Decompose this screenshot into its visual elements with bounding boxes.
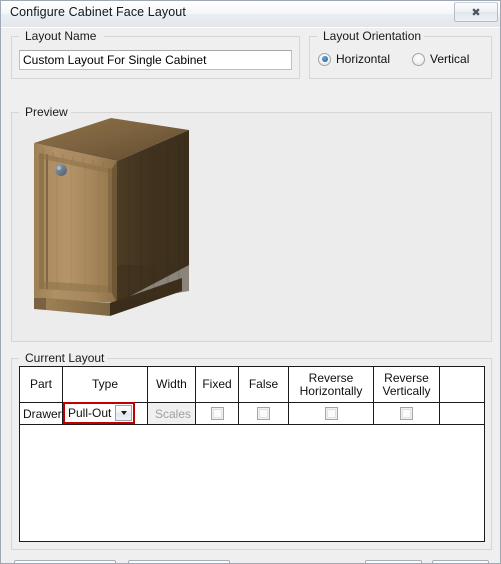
remove-part-button[interactable]: Remove Part — [128, 560, 230, 563]
radio-selected-icon — [318, 52, 331, 66]
column-header-reverse-vertically-line1: Reverse — [384, 370, 429, 385]
cell-reverse-horizontally[interactable] — [289, 403, 374, 424]
close-icon: ✖ — [471, 6, 481, 19]
type-combobox-value: Pull-Out — [68, 406, 112, 420]
column-header-fixed[interactable]: Fixed — [196, 367, 239, 402]
column-header-part[interactable]: Part — [20, 367, 63, 402]
cell-type[interactable]: Pull-Out — [63, 402, 148, 424]
layout-orientation-group-label: Layout Orientation — [320, 29, 425, 43]
column-header-width[interactable]: Width — [148, 367, 196, 402]
grid-header-row: Part Type Width Fixed False Reverse Hori… — [20, 367, 484, 403]
type-combobox[interactable]: Pull-Out — [63, 402, 135, 424]
cell-width[interactable]: Scales — [148, 403, 196, 424]
column-header-blank[interactable] — [440, 367, 484, 402]
add-part-button[interactable]: Add Part — [14, 560, 116, 563]
cell-part-label: Drawer — [23, 406, 62, 421]
column-header-type[interactable]: Type — [63, 367, 148, 402]
column-header-false-label: False — [248, 377, 279, 391]
column-header-reverse-horizontally-line1: Reverse — [308, 370, 354, 385]
layout-orientation-group: Layout Orientation Horizontal Vertical — [309, 29, 492, 79]
layout-name-group: Layout Name — [11, 29, 300, 79]
checkbox-fixed[interactable] — [210, 407, 224, 420]
layout-name-input[interactable] — [19, 50, 292, 70]
column-header-reverse-horizontally[interactable]: Reverse Horizontally — [289, 367, 374, 402]
column-header-false[interactable]: False — [239, 367, 289, 402]
orientation-radio-group: Horizontal Vertical — [318, 52, 491, 66]
chevron-down-icon[interactable] — [115, 405, 132, 421]
title-bar: Configure Cabinet Face Layout ✖ — [1, 1, 500, 27]
checkbox-reverse-vertically[interactable] — [400, 407, 413, 420]
close-button[interactable]: ✖ — [454, 2, 498, 22]
radio-vertical[interactable]: Vertical — [412, 52, 469, 66]
checkbox-reverse-horizontally[interactable] — [324, 407, 338, 420]
cell-fixed[interactable] — [196, 403, 239, 424]
cabinet-3d-render — [34, 118, 189, 316]
radio-unselected-icon — [412, 52, 426, 66]
cell-blank[interactable] — [440, 403, 484, 424]
column-header-type-label: Type — [91, 377, 118, 391]
column-header-fixed-label: Fixed — [202, 377, 232, 391]
radio-horizontal-label: Horizontal — [336, 52, 391, 66]
column-header-reverse-horizontally-line2: Horizontally — [299, 383, 363, 398]
cancel-button[interactable]: Cancel — [432, 560, 489, 563]
configure-cabinet-face-layout-dialog: Configure Cabinet Face Layout ✖ Layout N… — [0, 0, 501, 564]
dialog-client-area: Layout Name Layout Orientation Horizonta… — [1, 27, 500, 563]
cell-false[interactable] — [239, 403, 289, 424]
column-header-reverse-vertically[interactable]: Reverse Vertically — [374, 367, 440, 402]
column-header-width-label: Width — [156, 377, 187, 391]
column-header-reverse-vertically-line2: Vertically — [382, 383, 431, 398]
cell-part[interactable]: Drawer — [20, 403, 63, 424]
ok-button[interactable]: OK — [365, 560, 422, 563]
window-title: Configure Cabinet Face Layout — [10, 5, 186, 19]
checkbox-false[interactable] — [257, 407, 270, 420]
preview-group: Preview — [11, 105, 492, 342]
cabinet-preview-viewport[interactable] — [13, 113, 492, 341]
column-header-part-label: Part — [29, 377, 52, 391]
current-layout-group: Current Layout Part Type Width Fixed Fal… — [11, 351, 492, 550]
layout-name-group-label: Layout Name — [22, 29, 100, 43]
radio-horizontal[interactable]: Horizontal — [318, 52, 390, 66]
current-layout-group-label: Current Layout — [22, 351, 108, 365]
parts-grid[interactable]: Part Type Width Fixed False Reverse Hori… — [19, 366, 485, 542]
radio-vertical-label: Vertical — [430, 52, 470, 66]
table-row[interactable]: Drawer Pull-Out Scales — [20, 402, 484, 425]
cell-reverse-vertically[interactable] — [374, 403, 440, 424]
cell-width-label: Scales — [155, 406, 192, 421]
